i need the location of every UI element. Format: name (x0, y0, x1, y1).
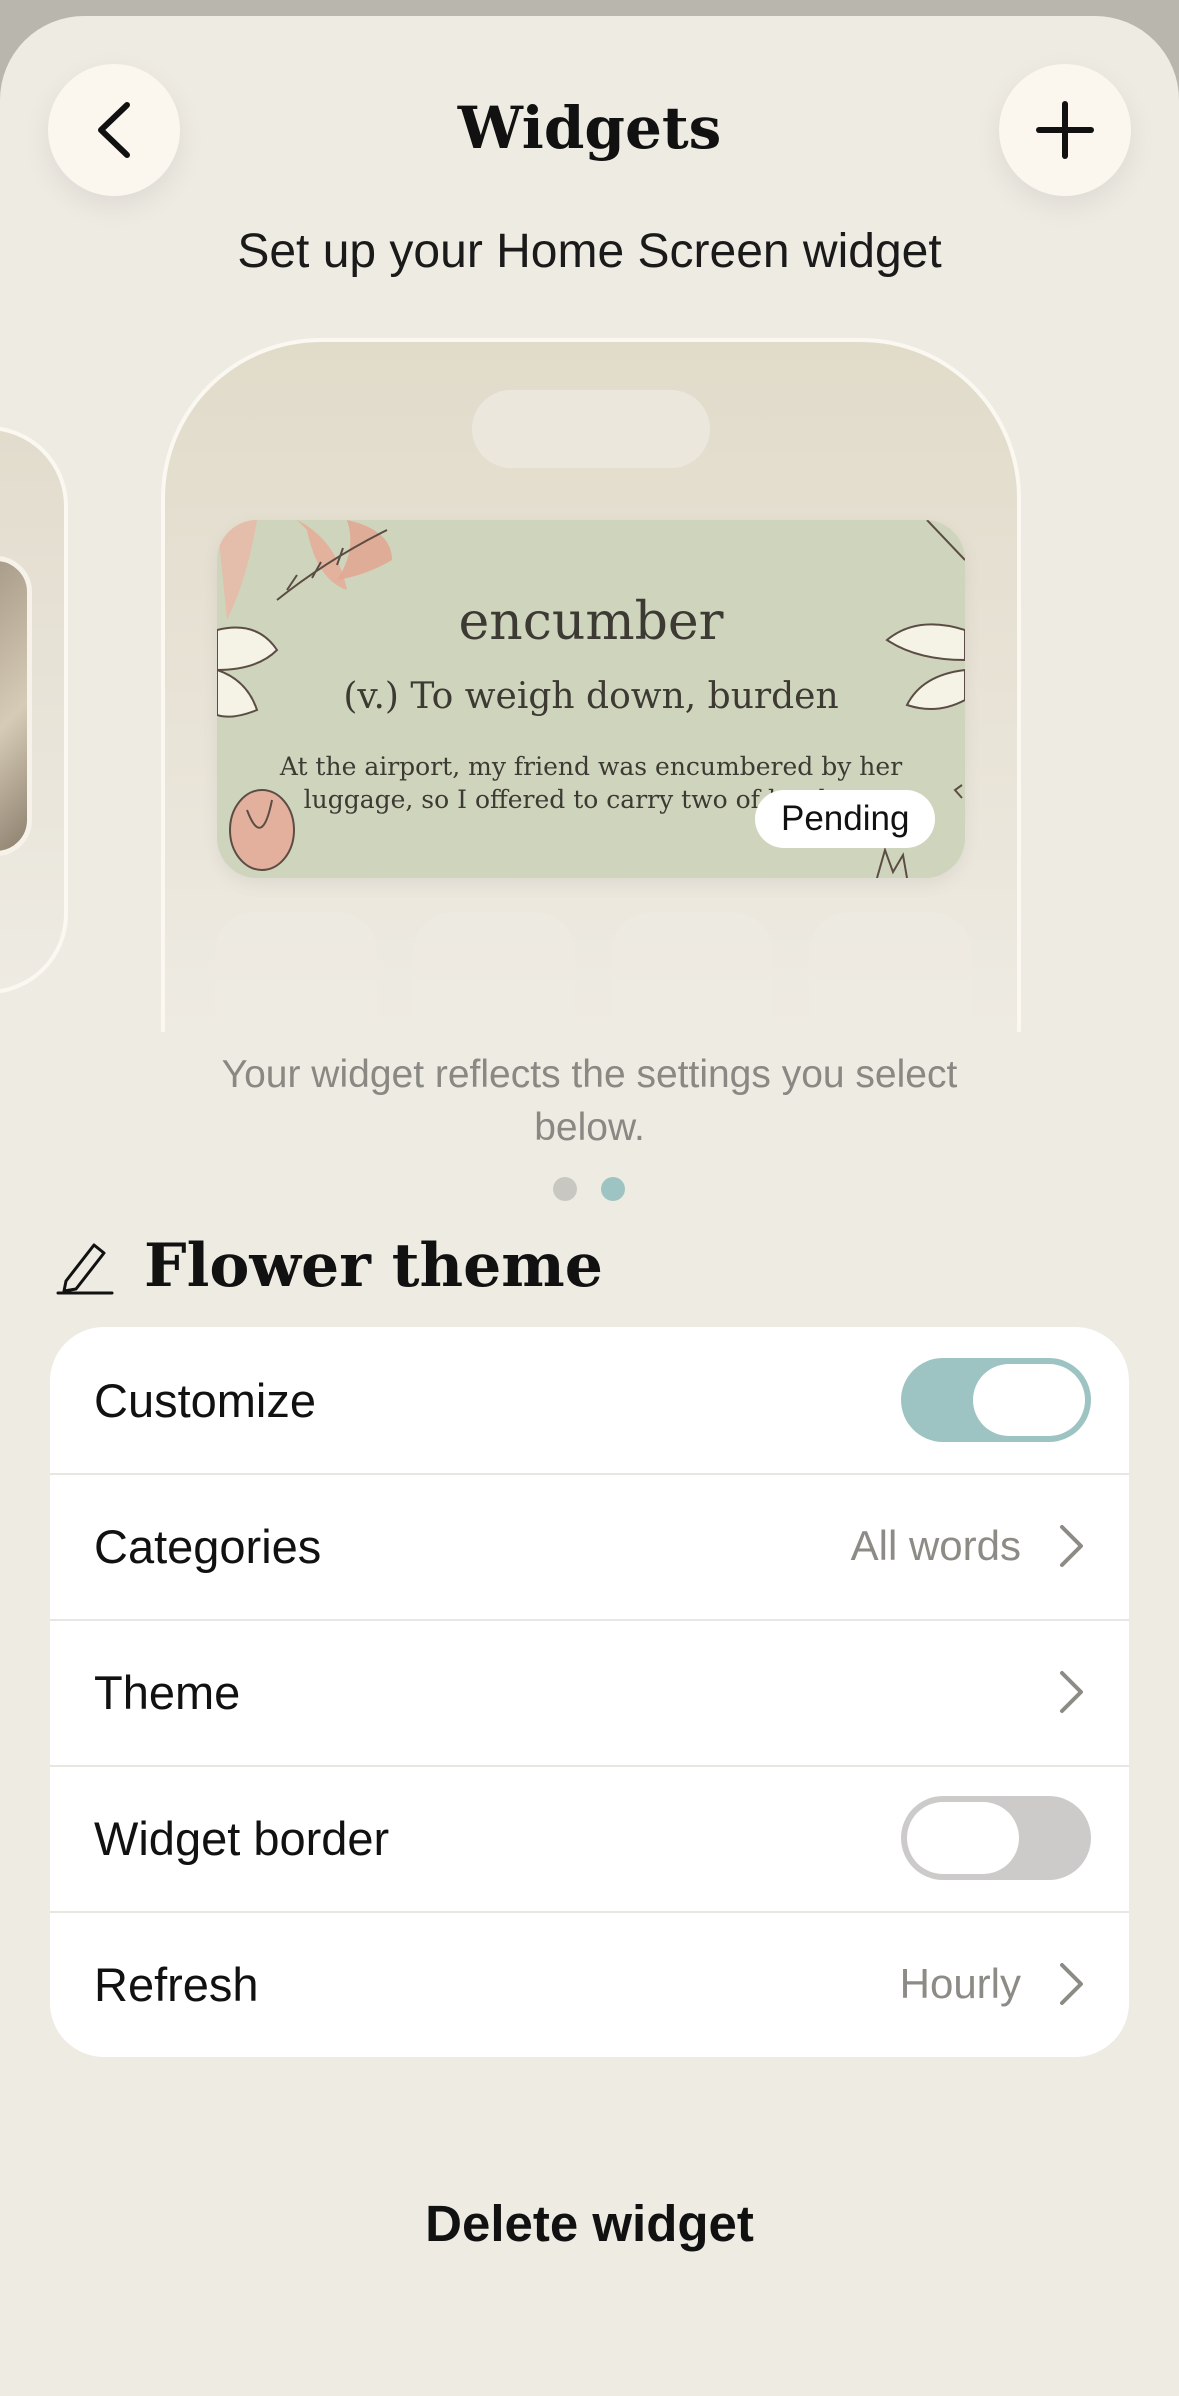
customize-row[interactable]: Customize (50, 1327, 1129, 1475)
section-title: Flower theme (144, 1231, 603, 1301)
widget-preview-phone[interactable]: encumber (v.) To weigh down, burden At t… (161, 338, 1021, 1032)
toggle-knob (973, 1364, 1085, 1436)
widgets-screen: Widgets Set up your Home Screen widget e… (0, 16, 1179, 2396)
toggle-knob (907, 1802, 1019, 1874)
customize-toggle[interactable] (901, 1358, 1091, 1442)
widget-border-row[interactable]: Widget border (50, 1765, 1129, 1913)
refresh-row[interactable]: Refresh Hourly (50, 1911, 1129, 2057)
app-icon-placeholders (215, 912, 975, 1032)
categories-value: All words (850, 1522, 1021, 1569)
page-indicator[interactable] (553, 1177, 633, 1203)
settings-card: Customize Categories All words Theme Wid… (50, 1327, 1129, 2057)
add-widget-button[interactable] (999, 64, 1131, 196)
refresh-label: Refresh (94, 1957, 259, 2011)
theme-label: Theme (94, 1665, 241, 1719)
status-badge: Pending (755, 790, 936, 848)
previous-widget-thumbnail (0, 556, 32, 856)
chevron-right-icon (1060, 1525, 1083, 1567)
customize-label: Customize (94, 1373, 317, 1427)
delete-widget-button[interactable]: Delete widget (0, 2194, 1179, 2253)
pencil-icon[interactable] (56, 1237, 114, 1295)
page-subtitle: Set up your Home Screen widget (237, 225, 942, 278)
theme-row[interactable]: Theme (50, 1619, 1129, 1767)
chevron-right-icon (1060, 1963, 1083, 2005)
chevron-right-icon (1060, 1671, 1083, 1713)
widget-word: encumber (458, 592, 724, 652)
section-header: Flower theme (56, 1226, 603, 1306)
page-dot-2[interactable] (601, 1177, 625, 1201)
preview-hint: Your widget reflects the settings you se… (221, 1053, 958, 1149)
widget-definition: (v.) To weigh down, burden (343, 676, 839, 717)
categories-label: Categories (94, 1519, 322, 1573)
plus-icon (1036, 101, 1094, 159)
widget-border-label: Widget border (94, 1811, 390, 1865)
page-dot-1[interactable] (553, 1177, 577, 1201)
dynamic-island (472, 390, 710, 468)
categories-row[interactable]: Categories All words (50, 1473, 1129, 1621)
refresh-value: Hourly (899, 1960, 1021, 2007)
widget-border-toggle[interactable] (901, 1796, 1091, 1880)
